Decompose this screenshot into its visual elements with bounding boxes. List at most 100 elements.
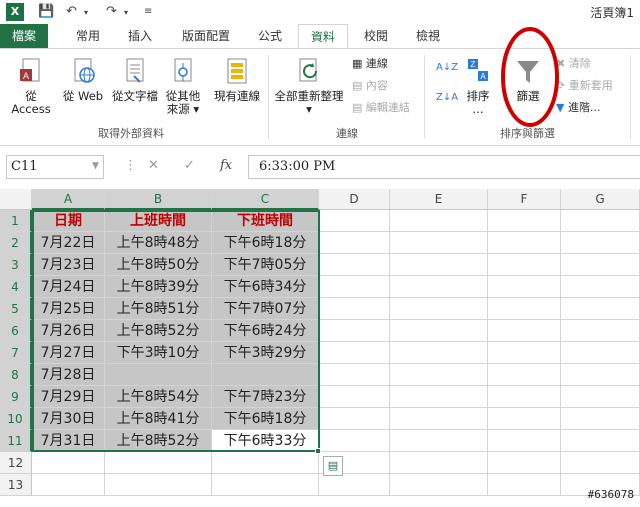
select-all-corner[interactable] [0,189,32,210]
tab-page-layout[interactable]: 版面配置 [176,24,236,48]
empty-cell[interactable] [488,452,561,474]
empty-cell[interactable] [488,276,561,298]
empty-cell[interactable] [390,342,488,364]
empty-cell[interactable] [390,276,488,298]
fill-handle[interactable] [315,448,321,454]
empty-cell[interactable] [390,254,488,276]
table-cell[interactable] [212,474,319,496]
empty-cell[interactable] [561,364,640,386]
tab-formulas[interactable]: 公式 [250,24,290,48]
sort-button[interactable]: ZA 排序... [460,57,496,116]
empty-cell[interactable] [488,474,561,496]
table-cell[interactable]: 7月25日 [32,298,105,320]
existing-connections-button[interactable]: 現有連線 [210,57,264,103]
table-cell[interactable]: 7月24日 [32,276,105,298]
table-cell[interactable]: 7月23日 [32,254,105,276]
empty-cell[interactable] [319,276,390,298]
formula-bar-options-icon[interactable]: ⋮ [124,158,137,173]
row-header[interactable]: 6 [0,320,32,342]
empty-cell[interactable] [319,430,390,452]
table-cell[interactable]: 7月31日 [32,430,105,452]
empty-cell[interactable] [488,298,561,320]
table-cell[interactable]: 下午6時18分 [212,408,319,430]
name-box-dropdown-icon[interactable]: ▼ [92,161,99,171]
table-cell[interactable]: 下午6時24分 [212,320,319,342]
table-cell[interactable]: 7月26日 [32,320,105,342]
table-cell[interactable] [212,364,319,386]
empty-cell[interactable] [390,430,488,452]
empty-cell[interactable] [561,408,640,430]
name-box[interactable]: C11 [6,155,104,179]
table-cell[interactable] [32,452,105,474]
table-cell[interactable]: 7月29日 [32,386,105,408]
empty-cell[interactable] [561,298,640,320]
empty-cell[interactable] [561,342,640,364]
table-cell[interactable] [105,452,212,474]
table-cell[interactable]: 上午8時48分 [105,232,212,254]
undo-icon[interactable]: ↶ [66,4,77,19]
table-cell[interactable]: 下午7時23分 [212,386,319,408]
table-cell[interactable] [212,452,319,474]
empty-cell[interactable] [319,232,390,254]
column-header-b[interactable]: B [105,189,212,210]
column-header-g[interactable]: G [561,189,640,210]
tab-home[interactable]: 常用 [66,24,110,48]
table-header-cell[interactable]: 上班時間 [105,210,212,232]
row-header[interactable]: 13 [0,474,32,496]
empty-cell[interactable] [319,474,390,496]
empty-cell[interactable] [488,386,561,408]
insert-function-icon[interactable]: fx [220,158,232,173]
row-header[interactable]: 2 [0,232,32,254]
advanced-button[interactable]: ▼ 進階... [556,101,600,115]
table-cell[interactable]: 上午8時54分 [105,386,212,408]
empty-cell[interactable] [390,320,488,342]
empty-cell[interactable] [488,408,561,430]
table-cell[interactable]: 上午8時41分 [105,408,212,430]
empty-cell[interactable] [390,364,488,386]
redo-dropdown-icon[interactable]: ▾ [124,8,128,17]
empty-cell[interactable] [319,408,390,430]
table-cell[interactable]: 下午7時05分 [212,254,319,276]
empty-cell[interactable] [319,254,390,276]
column-header-c[interactable]: C [212,189,319,210]
connections-button[interactable]: ▦ 連線 [352,57,388,71]
empty-cell[interactable] [319,342,390,364]
table-cell[interactable] [105,474,212,496]
empty-cell[interactable] [561,254,640,276]
empty-cell[interactable] [488,342,561,364]
empty-cell[interactable] [319,364,390,386]
empty-cell[interactable] [390,210,488,232]
row-header[interactable]: 12 [0,452,32,474]
empty-cell[interactable] [561,210,640,232]
empty-cell[interactable] [488,232,561,254]
tab-data[interactable]: 資料 [298,24,348,49]
row-header[interactable]: 10 [0,408,32,430]
table-cell[interactable] [32,474,105,496]
cancel-icon[interactable]: ✕ [148,158,159,173]
tab-file[interactable]: 檔案 [0,24,48,48]
table-cell[interactable]: 下午6時34分 [212,276,319,298]
empty-cell[interactable] [390,232,488,254]
row-header[interactable]: 5 [0,298,32,320]
row-header[interactable]: 8 [0,364,32,386]
table-cell[interactable]: 下午3時10分 [105,342,212,364]
redo-icon[interactable]: ↷ [106,4,117,19]
sort-za-icon[interactable]: Z↓A [436,91,458,105]
empty-cell[interactable] [561,320,640,342]
empty-cell[interactable] [319,320,390,342]
empty-cell[interactable] [488,210,561,232]
from-text-button[interactable]: 從文字檔 [108,57,162,103]
empty-cell[interactable] [561,452,640,474]
column-header-f[interactable]: F [488,189,561,210]
row-header[interactable]: 1 [0,210,32,232]
empty-cell[interactable] [390,408,488,430]
table-cell[interactable]: 7月22日 [32,232,105,254]
table-cell[interactable]: 下午3時29分 [212,342,319,364]
tab-view[interactable]: 檢視 [408,24,448,48]
table-cell[interactable]: 下午6時33分 [212,430,319,452]
sort-az-icon[interactable]: A↓Z [436,61,458,75]
quick-analysis-icon[interactable]: ▤ [323,456,343,476]
empty-cell[interactable] [561,430,640,452]
refresh-all-button[interactable]: 全部重新整理 ▾ [272,57,346,116]
undo-dropdown-icon[interactable]: ▾ [84,8,88,17]
